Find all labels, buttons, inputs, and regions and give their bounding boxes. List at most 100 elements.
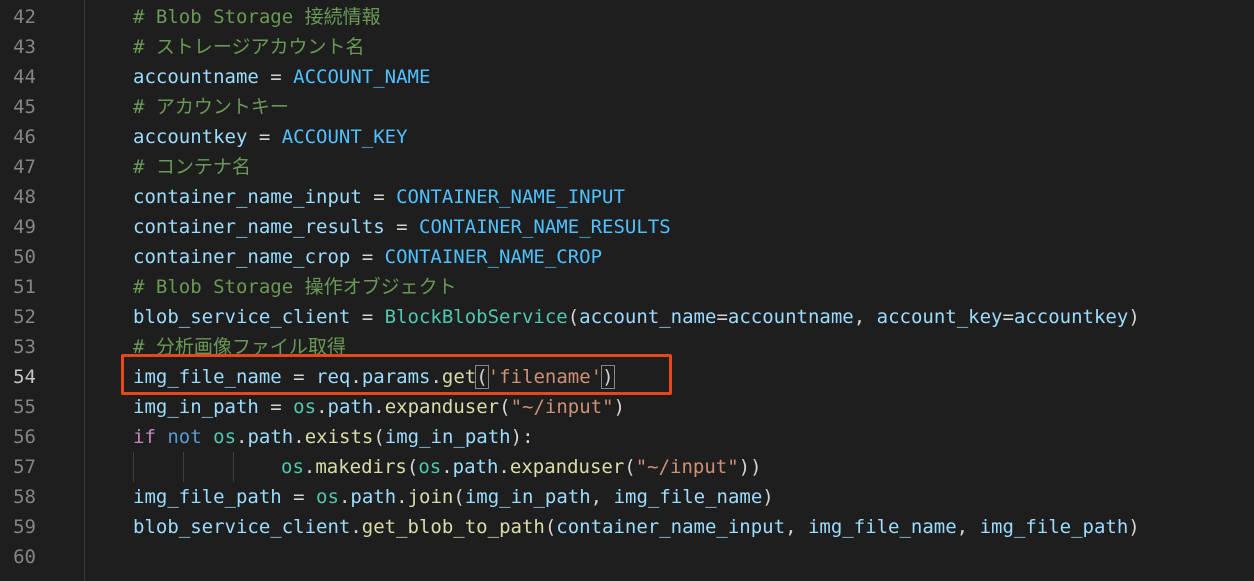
code-token: BlockBlobService bbox=[384, 306, 568, 328]
code-token: if bbox=[133, 426, 156, 448]
code-token: ( bbox=[624, 456, 636, 478]
code-token: ( bbox=[544, 516, 557, 538]
code-line[interactable]: 60 bbox=[0, 542, 1254, 572]
code-editor[interactable]: 42 # Blob Storage 接続情報 43 # ストレージアカウント名 44 ac… bbox=[0, 0, 1254, 581]
code-token: makedirs bbox=[315, 456, 407, 478]
code-line[interactable]: 43 # ストレージアカウント名 bbox=[0, 32, 1254, 62]
code-token: . bbox=[396, 486, 408, 508]
code-line[interactable]: 44 accountname = ACCOUNT_NAME bbox=[0, 62, 1254, 92]
code-token: , bbox=[956, 516, 980, 538]
code-token: ) bbox=[762, 486, 774, 508]
line-number: 44 bbox=[13, 66, 36, 88]
code-line[interactable]: 48 container_name_input = CONTAINER_NAME_… bbox=[0, 182, 1254, 212]
line-number: 55 bbox=[13, 396, 36, 418]
code-line[interactable]: 51 # Blob Storage 操作オブジェクト bbox=[0, 272, 1254, 302]
indent-guide bbox=[133, 452, 134, 482]
code-token: ) bbox=[1128, 516, 1140, 538]
code-text: container_name_crop = CONTAINER_NAME_CRO… bbox=[133, 242, 602, 272]
code-text: img_in_path = os.path.expanduser("~/inpu… bbox=[133, 392, 625, 422]
code-token: "~/input" bbox=[510, 396, 614, 418]
code-token: container_name_input bbox=[133, 186, 362, 208]
code-token: expanduser bbox=[509, 456, 625, 478]
code-line[interactable]: 42 # Blob Storage 接続情報 bbox=[0, 2, 1254, 32]
code-token: img_in_path bbox=[464, 486, 591, 508]
code-token: . bbox=[236, 426, 248, 448]
code-token: . bbox=[293, 426, 305, 448]
code-line[interactable]: 55 img_in_path = os.path.expanduser("~/in… bbox=[0, 392, 1254, 422]
code-line[interactable]: 50 container_name_crop = CONTAINER_NAME_C… bbox=[0, 242, 1254, 272]
code-token: path bbox=[350, 486, 397, 508]
line-number: 49 bbox=[13, 216, 36, 238]
line-number: 53 bbox=[13, 336, 36, 358]
code-token: = bbox=[247, 126, 282, 148]
code-token: blob_service_client bbox=[133, 516, 351, 538]
code-text: # ストレージアカウント名 bbox=[133, 32, 365, 62]
code-token: not bbox=[167, 426, 202, 448]
code-line[interactable]: 45 # アカウントキー bbox=[0, 92, 1254, 122]
code-token: = bbox=[361, 186, 397, 208]
code-token: = bbox=[258, 66, 294, 88]
code-token: accountkey bbox=[1013, 306, 1129, 328]
code-token: img_file_path bbox=[133, 486, 282, 508]
code-token: ) bbox=[613, 396, 625, 418]
line-number: 43 bbox=[13, 36, 36, 58]
code-token: = bbox=[716, 306, 728, 328]
code-token: = bbox=[384, 216, 419, 238]
code-token: "~/input" bbox=[635, 456, 739, 478]
code-token: os bbox=[418, 456, 442, 478]
code-line[interactable]: 49 container_name_results = CONTAINER_NAM… bbox=[0, 212, 1254, 242]
code-token: accountname bbox=[133, 66, 259, 88]
code-line[interactable]: 57 os.makedirs(os.path.expanduser("~/inpu… bbox=[0, 452, 1254, 482]
code-token: # ストレージアカウント名 bbox=[133, 36, 365, 58]
code-token: . bbox=[316, 396, 328, 418]
code-line[interactable]: 46 accountkey = ACCOUNT_KEY bbox=[0, 122, 1254, 152]
code-token: . bbox=[303, 456, 316, 478]
code-token: container_name_results bbox=[133, 216, 385, 238]
highlight-annotation-box bbox=[121, 354, 672, 395]
code-token: blob_service_client bbox=[133, 306, 351, 328]
code-token: ACCOUNT_KEY bbox=[281, 126, 408, 148]
code-token: img_file_name bbox=[613, 486, 763, 508]
line-number: 56 bbox=[13, 426, 36, 448]
indent-guide bbox=[233, 452, 234, 482]
code-token: account_name bbox=[579, 306, 717, 328]
code-token: get_blob_to_path bbox=[361, 516, 545, 538]
code-line[interactable]: 58 img_file_path = os.path.join(img_in_pa… bbox=[0, 482, 1254, 512]
indent-guide bbox=[183, 452, 184, 482]
code-text: # コンテナ名 bbox=[133, 152, 251, 182]
code-text: blob_service_client = BlockBlobService(a… bbox=[133, 302, 1140, 332]
code-token: exists bbox=[304, 426, 374, 448]
line-number: 42 bbox=[13, 6, 36, 28]
code-line[interactable]: 47 # コンテナ名 bbox=[0, 152, 1254, 182]
code-text: os.makedirs(os.path.expanduser("~/input"… bbox=[281, 452, 762, 482]
code-token: container_name_crop bbox=[133, 246, 351, 268]
code-text: blob_service_client.get_blob_to_path(con… bbox=[133, 512, 1140, 542]
code-line[interactable]: 52 blob_service_client = BlockBlobService… bbox=[0, 302, 1254, 332]
code-token: = bbox=[350, 246, 385, 268]
code-token: ( bbox=[406, 456, 419, 478]
code-token: # Blob Storage 操作オブジェクト bbox=[133, 276, 457, 298]
code-token: )) bbox=[738, 456, 762, 478]
code-line[interactable]: 59 blob_service_client.get_blob_to_path(c… bbox=[0, 512, 1254, 542]
code-token: os bbox=[213, 426, 237, 448]
code-token: ACCOUNT_NAME bbox=[293, 66, 431, 88]
code-token: CONTAINER_NAME_RESULTS bbox=[419, 216, 671, 238]
code-token: . bbox=[441, 456, 453, 478]
code-token: img_file_path bbox=[979, 516, 1129, 538]
line-number: 60 bbox=[13, 546, 36, 568]
code-token: ( bbox=[373, 426, 385, 448]
code-token: ): bbox=[510, 426, 534, 448]
line-number: 58 bbox=[13, 486, 36, 508]
code-line[interactable]: 56 if not os.path.exists(img_in_path): bbox=[0, 422, 1254, 452]
line-number: 59 bbox=[13, 516, 36, 538]
line-number: 45 bbox=[13, 96, 36, 118]
code-token: accountname bbox=[727, 306, 854, 328]
line-number: 47 bbox=[13, 156, 36, 178]
code-token: CONTAINER_NAME_CROP bbox=[384, 246, 603, 268]
code-token: . bbox=[498, 456, 510, 478]
code-token: CONTAINER_NAME_INPUT bbox=[396, 186, 625, 208]
code-token: account_key bbox=[876, 306, 1003, 328]
code-token: = bbox=[281, 486, 317, 508]
